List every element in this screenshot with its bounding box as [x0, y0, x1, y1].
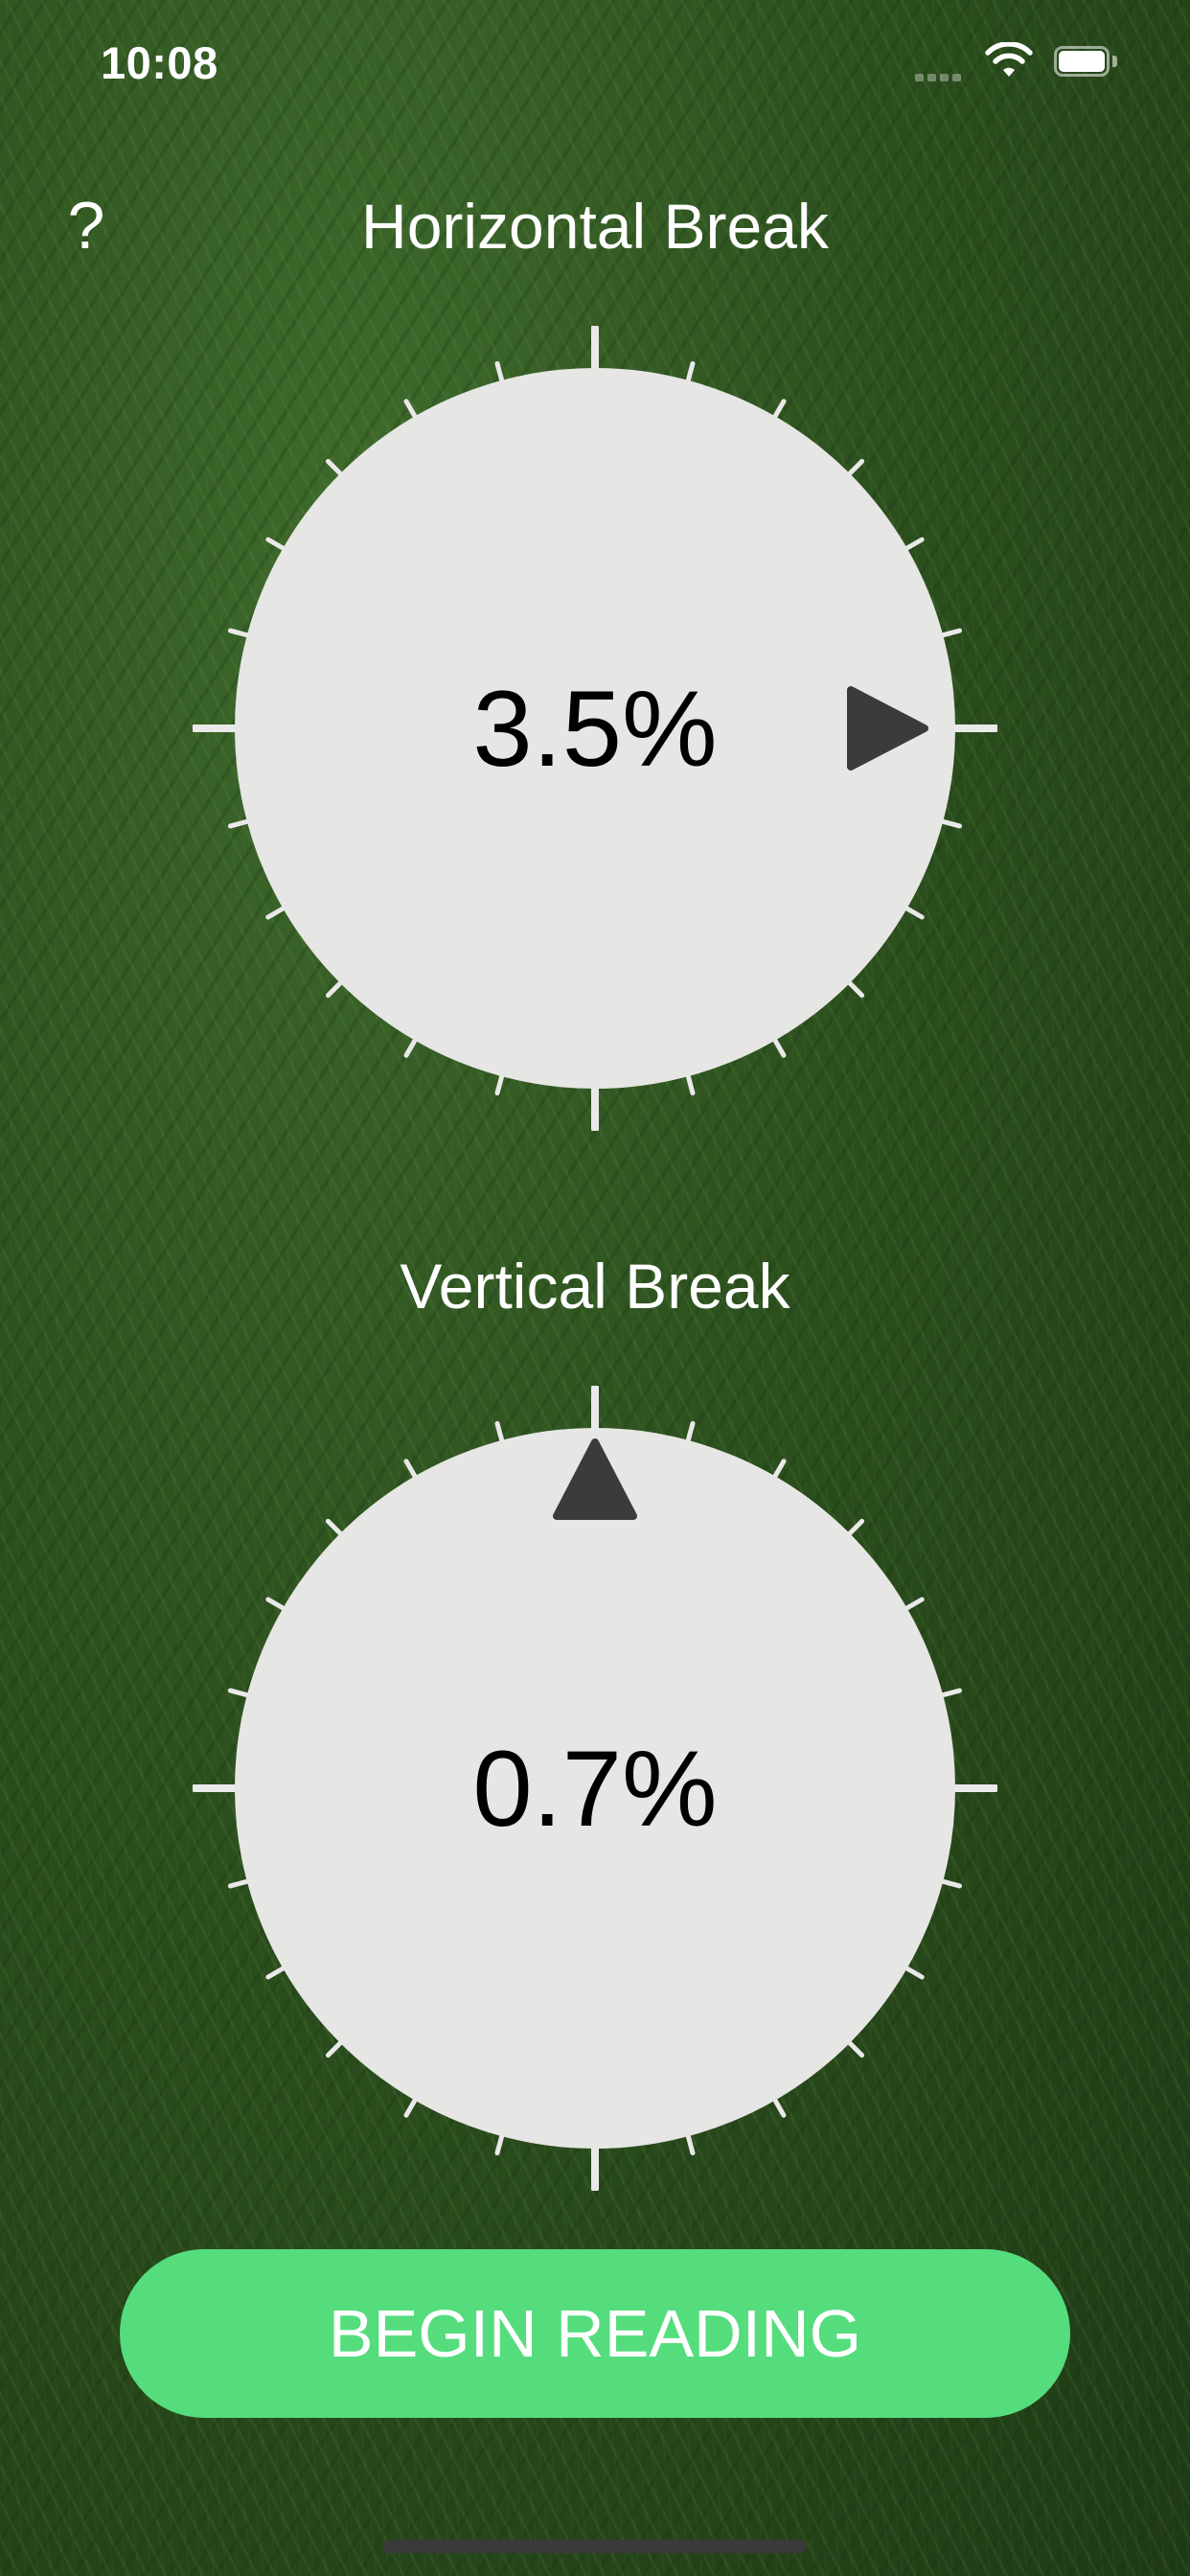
- horizontal-break-label: Horizontal Break: [361, 191, 829, 262]
- home-indicator: [383, 2540, 807, 2553]
- horizontal-break-dial: 3.5%: [193, 326, 997, 1131]
- vertical-break-value: 0.7%: [472, 1728, 718, 1849]
- begin-reading-button[interactable]: BEGIN READING: [120, 2249, 1070, 2418]
- battery-icon: [1054, 46, 1117, 77]
- vertical-break-dial: 0.7%: [193, 1386, 997, 2191]
- wifi-icon: [985, 42, 1033, 77]
- horizontal-break-value: 3.5%: [472, 668, 718, 789]
- signal-icon: [915, 69, 973, 81]
- vertical-break-label: Vertical Break: [400, 1251, 790, 1322]
- status-time: 10:08: [101, 37, 218, 88]
- status-bar: 10:08: [0, 0, 1190, 125]
